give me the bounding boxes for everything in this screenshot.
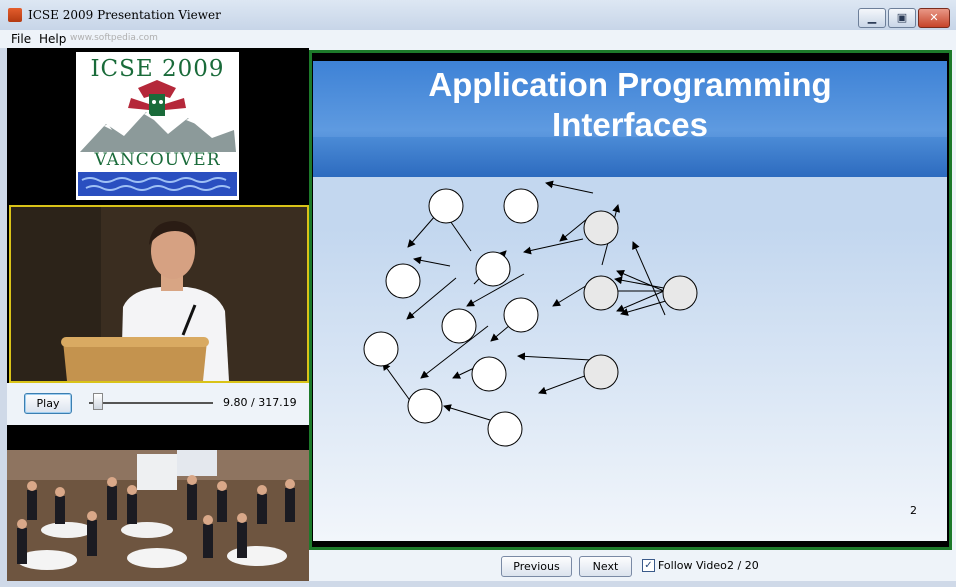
minimize-icon: ▁	[867, 11, 877, 24]
logo-city: VANCOUVER	[94, 150, 221, 170]
audience-photo	[7, 450, 309, 581]
menu-help[interactable]: Help	[39, 32, 66, 46]
checkbox-check-icon: ✓	[644, 560, 653, 571]
maximize-button[interactable]: ▣	[888, 8, 916, 28]
api-dependency-graph	[363, 180, 698, 447]
slide-frame: Application Programming Interfaces 2	[309, 50, 952, 550]
play-button[interactable]: Play	[24, 393, 72, 414]
follow-video-checkbox[interactable]: ✓	[642, 559, 655, 572]
player-controls: Play 9.80 / 317.19	[7, 383, 309, 425]
seek-slider-thumb[interactable]	[92, 393, 103, 410]
previous-button[interactable]: Previous	[501, 556, 572, 577]
slide: Application Programming Interfaces 2	[313, 61, 947, 541]
next-button[interactable]: Next	[579, 556, 632, 577]
java-app-icon	[8, 8, 22, 22]
audience-photo-image	[7, 450, 309, 581]
left-pane: ICSE 2009 VANCOUVER Play 9.80 / 317.19	[7, 48, 309, 581]
maximize-icon: ▣	[896, 11, 908, 24]
slide-number: 2	[910, 504, 917, 517]
speaker-video[interactable]	[9, 205, 309, 383]
menu-bar: File Help www.softpedia.com	[0, 30, 956, 48]
logo-artwork	[78, 80, 237, 196]
window-title: ICSE 2009 Presentation Viewer	[28, 8, 221, 22]
seek-slider-track[interactable]	[89, 402, 213, 404]
watermark: www.softpedia.com	[70, 33, 158, 43]
minimize-button[interactable]: ▁	[858, 8, 886, 28]
conference-logo: ICSE 2009 VANCOUVER	[76, 52, 239, 200]
speaker-video-image	[11, 207, 307, 381]
title-bar[interactable]: ICSE 2009 Presentation Viewer ▁ ▣ ✕	[0, 0, 956, 31]
time-readout: 9.80 / 317.19	[223, 396, 297, 409]
slide-pane: Application Programming Interfaces 2 Pre…	[309, 48, 956, 581]
follow-video-label[interactable]: Follow Video	[658, 559, 727, 572]
close-button[interactable]: ✕	[918, 8, 950, 28]
page-counter: 2 / 20	[727, 559, 759, 572]
slide-navigation: Previous Next ✓ Follow Video 2 / 20	[309, 550, 956, 581]
menu-file[interactable]: File	[11, 32, 31, 46]
close-icon: ✕	[929, 11, 939, 24]
